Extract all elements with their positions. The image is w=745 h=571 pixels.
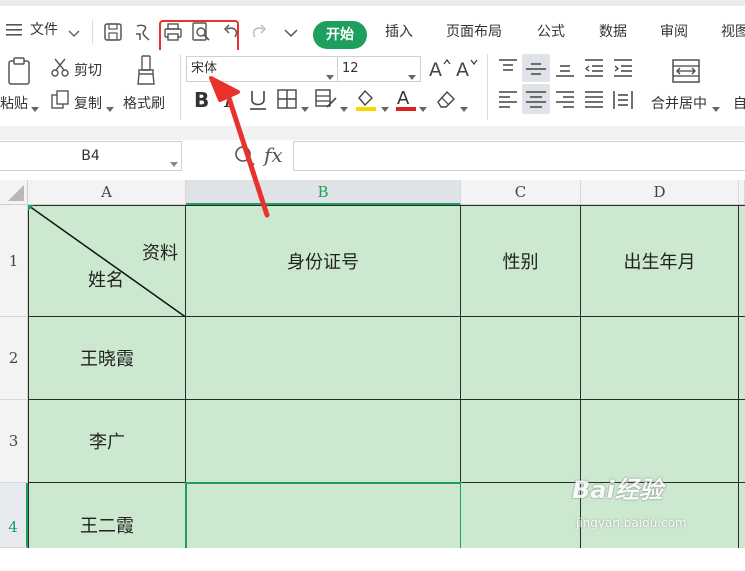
- annotation-arrow: [209, 76, 270, 218]
- watermark-url: jingyan.baidu.com: [576, 516, 687, 530]
- watermark-brand: Bai经验: [572, 476, 663, 504]
- watermark: Bai经验 jingyan.baidu.com: [572, 470, 742, 540]
